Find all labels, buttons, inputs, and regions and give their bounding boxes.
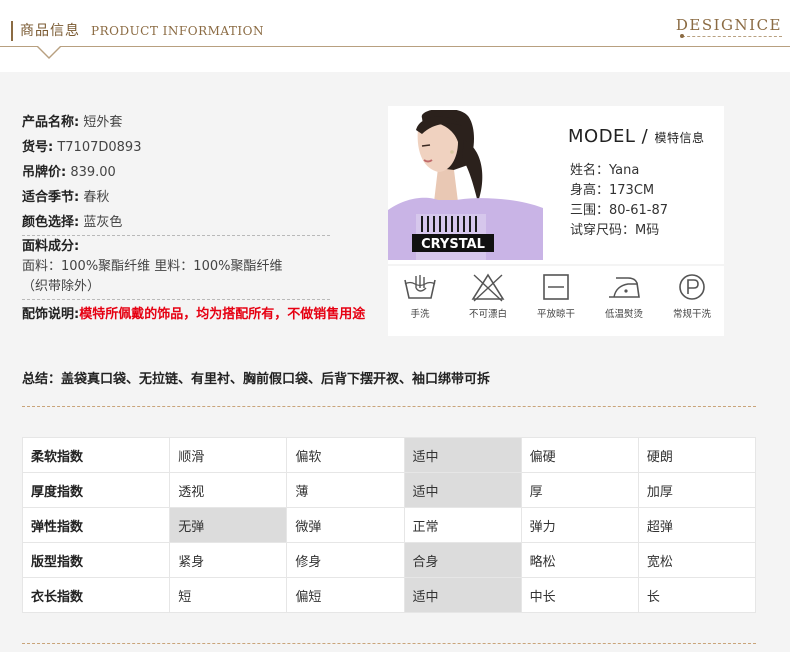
index-option: 略松 bbox=[520, 542, 639, 578]
dashed-divider-bottom bbox=[22, 643, 756, 644]
index-option: 厚 bbox=[520, 472, 639, 508]
care-low-iron: 低温熨烫 bbox=[592, 266, 656, 320]
index-name: 厚度指数 bbox=[21, 472, 171, 508]
index-option: 加厚 bbox=[637, 472, 757, 508]
index-option: 中长 bbox=[520, 577, 639, 613]
header-accent-bar bbox=[11, 21, 13, 41]
care-no-bleach: 不可漂白 bbox=[456, 266, 520, 320]
product-sku: T7107D0893 bbox=[57, 140, 142, 155]
index-option: 微弹 bbox=[286, 507, 405, 543]
product-sku-row: 货号: T7107D0893 bbox=[22, 140, 142, 155]
model-details: 姓名：Yana 身高：173CM 三围：80-61-87 试穿尺码：M码 bbox=[570, 161, 668, 241]
table-row: 厚度指数 透视薄适中厚加厚 bbox=[21, 472, 757, 508]
brand-underline bbox=[682, 36, 782, 37]
care-label: 常规干洗 bbox=[672, 309, 711, 320]
index-option: 宽松 bbox=[637, 542, 757, 578]
index-option: 紧身 bbox=[169, 542, 288, 578]
product-attribute-list: 产品名称: 短外套 货号: T7107D0893 吊牌价: 839.00 适合季… bbox=[22, 110, 382, 327]
model-photo-illustration: CRYSTAL bbox=[388, 110, 543, 260]
model-name: 姓名：Yana bbox=[570, 163, 640, 178]
care-dry-flat: 平放晾干 bbox=[524, 266, 588, 320]
care-hand-wash: 手洗 bbox=[388, 266, 452, 320]
index-option: 硬朗 bbox=[637, 437, 757, 473]
index-option-selected: 适中 bbox=[403, 577, 522, 613]
index-option-selected: 无弹 bbox=[169, 507, 288, 543]
fabric-composition: 面料：100%聚酯纤维 里料：100%聚酯纤维 bbox=[22, 259, 283, 274]
brand-dot bbox=[680, 34, 684, 38]
fabric-index-table: 柔软指数 顺滑 偏软 适中 偏硬 硬朗 厚度指数 透视薄适中厚加厚 弹性指数 无弹 微弹 正常 弹力 超弹… bbox=[21, 437, 757, 613]
care-label: 平放晾干 bbox=[536, 309, 575, 320]
index-option: 透视 bbox=[169, 472, 288, 508]
product-info-panel: 产品名称: 短外套 货号: T7107D0893 吊牌价: 839.00 适合季… bbox=[0, 72, 790, 652]
index-option: 偏短 bbox=[286, 577, 405, 613]
index-name: 衣长指数 bbox=[21, 577, 171, 613]
section-header: 商品信息 PRODUCT INFORMATION DESIGNICE bbox=[0, 0, 790, 72]
section-title-cn: 商品信息 bbox=[20, 23, 80, 39]
index-name: 弹性指数 bbox=[21, 507, 171, 543]
product-name-row: 产品名称: 短外套 bbox=[22, 115, 123, 130]
index-option-selected: 适中 bbox=[403, 437, 522, 473]
model-title: MODEL / 模特信息 bbox=[568, 126, 705, 147]
index-option: 长 bbox=[637, 577, 757, 613]
care-instructions: 手洗 不可漂白 平放晾干 低温熨烫 常规干洗 bbox=[388, 264, 724, 336]
model-height: 身高：173CM bbox=[570, 183, 655, 198]
care-dry-clean: 常规干洗 bbox=[660, 266, 724, 320]
section-title-en: PRODUCT INFORMATION bbox=[91, 24, 264, 38]
index-option: 弹力 bbox=[520, 507, 639, 543]
fabric-note: （织带除外） bbox=[22, 279, 101, 294]
index-name: 版型指数 bbox=[21, 542, 171, 578]
index-option: 修身 bbox=[286, 542, 405, 578]
table-row: 版型指数 紧身 修身 合身 略松 宽松 bbox=[21, 542, 757, 578]
index-option: 薄 bbox=[286, 472, 405, 508]
accessory-note: 模特所佩戴的饰品，均为搭配所有，不做销售用途 bbox=[79, 307, 366, 322]
dry-flat-icon bbox=[543, 274, 569, 300]
model-photo: CRYSTAL bbox=[388, 110, 543, 260]
care-label: 手洗 bbox=[410, 309, 430, 320]
care-label: 低温熨烫 bbox=[604, 309, 643, 320]
dry-clean-icon bbox=[679, 274, 705, 300]
product-summary: 总结：盖袋真口袋、无拉链、有里衬、胸前假口袋、后背下摆开衩、袖口绑带可拆 bbox=[22, 372, 491, 387]
index-option: 正常 bbox=[403, 507, 522, 543]
model-info-card: CRYSTAL MODEL / 模特信息 姓名：Yana 身高：173CM 三围… bbox=[388, 106, 724, 264]
low-iron-icon bbox=[609, 277, 640, 298]
index-option: 偏软 bbox=[286, 437, 405, 473]
index-option: 偏硬 bbox=[520, 437, 639, 473]
index-option: 顺滑 bbox=[169, 437, 288, 473]
product-color: 蓝灰色 bbox=[83, 215, 123, 230]
model-measurements: 三围：80-61-87 bbox=[570, 203, 669, 218]
brand-logo-text: DESIGNICE bbox=[675, 16, 782, 34]
care-label: 不可漂白 bbox=[468, 309, 507, 320]
product-season: 春秋 bbox=[83, 190, 110, 205]
shirt-print-text: CRYSTAL bbox=[421, 237, 485, 252]
accessory-row: 配饰说明:模特所佩戴的饰品，均为搭配所有，不做销售用途 bbox=[22, 307, 366, 322]
index-option: 超弹 bbox=[637, 507, 757, 543]
table-row: 衣长指数短偏短 适中 中长长 bbox=[21, 577, 757, 613]
fabric-block: 面料成分: 面料：100%聚酯纤维 里料：100%聚酯纤维 （织带除外） bbox=[22, 235, 330, 300]
hand-wash-icon bbox=[404, 275, 436, 299]
index-name: 柔软指数 bbox=[21, 437, 171, 473]
index-option: 短 bbox=[169, 577, 288, 613]
table-row: 柔软指数 顺滑 偏软 适中 偏硬 硬朗 bbox=[21, 437, 757, 473]
model-size: 试穿尺码：M码 bbox=[570, 223, 660, 238]
no-bleach-icon bbox=[471, 273, 505, 302]
fabric-label: 面料成分: bbox=[22, 239, 80, 254]
index-option-selected: 合身 bbox=[403, 542, 522, 578]
product-name: 短外套 bbox=[83, 115, 123, 130]
product-price: 839.00 bbox=[70, 165, 116, 180]
product-season-row: 适合季节: 春秋 bbox=[22, 190, 110, 205]
product-color-row: 颜色选择: 蓝灰色 bbox=[22, 215, 123, 230]
product-price-row: 吊牌价: 839.00 bbox=[22, 165, 116, 180]
dashed-divider bbox=[22, 406, 756, 407]
index-option-selected: 适中 bbox=[403, 472, 522, 508]
table-row: 弹性指数 无弹 微弹 正常 弹力 超弹 bbox=[21, 507, 757, 543]
header-divider bbox=[0, 46, 790, 47]
